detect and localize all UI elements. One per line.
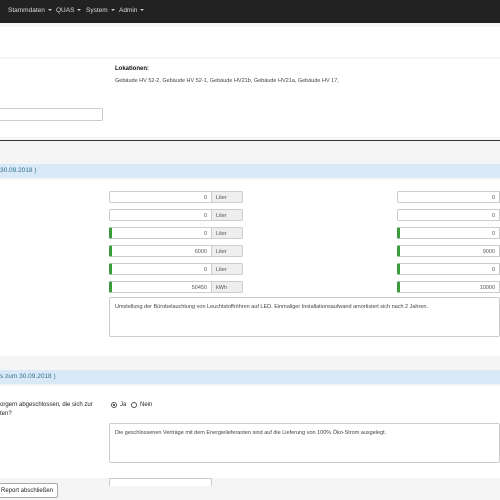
nav-stammdaten[interactable]: Stammdaten — [8, 7, 52, 14]
unit-addon-6: kWh — [212, 281, 243, 293]
footer-input[interactable] — [109, 478, 212, 486]
unit-addon-4: Liter — [212, 245, 243, 257]
right-field-2[interactable]: 0 — [397, 209, 500, 221]
nav-admin-label: Admin — [119, 7, 138, 14]
amount-field-2[interactable]: 0 — [109, 209, 212, 221]
top-navbar: Stammdaten QUAS System Admin — [0, 0, 500, 23]
nav-stammdaten-label: Stammdaten — [8, 7, 45, 14]
section2-header: s zum 30.09.2018 ) — [0, 370, 500, 384]
measure-description-textarea[interactable]: Umstellung der Bürobelauchtung von Leuch… — [109, 297, 500, 337]
info-input[interactable] — [0, 108, 103, 121]
amount-field-6[interactable]: 50450 — [109, 281, 212, 293]
chevron-down-icon — [47, 9, 52, 12]
unit-addon-2: Liter — [212, 209, 243, 221]
nav-quas[interactable]: QUAS — [56, 7, 82, 14]
chevron-down-icon — [110, 9, 115, 12]
divider — [0, 140, 500, 141]
amount-field-5[interactable]: 0 — [109, 263, 212, 275]
chevron-down-icon — [140, 9, 145, 12]
nav-system[interactable]: System — [86, 7, 115, 14]
right-field-1[interactable]: 0 — [397, 191, 500, 203]
right-field-6[interactable]: 10000 — [397, 281, 500, 293]
chevron-down-icon — [77, 9, 82, 12]
unit-addon-3: Liter — [212, 227, 243, 239]
question-line-2: ten? — [0, 411, 12, 417]
amount-field-1[interactable]: 0 — [109, 191, 212, 203]
locations-heading: Lokationen: — [115, 66, 149, 72]
section1-title: 30.09.2018 ) — [0, 167, 37, 174]
report-abschliessen-button[interactable]: Report abschließen — [0, 483, 59, 498]
unit-addon-1: Liter — [212, 191, 243, 203]
locations-value: Gebäude HV 52-2, Gebäude HV 52-1, Gebäud… — [115, 78, 339, 84]
radio-nein[interactable] — [131, 402, 137, 408]
radio-ja-label: Ja — [120, 402, 127, 408]
nav-quas-label: QUAS — [56, 7, 75, 14]
right-field-3[interactable]: 0 — [397, 227, 500, 239]
nav-system-label: System — [86, 7, 108, 14]
answer-textarea[interactable]: Die geschlossenen Verträge mit dem Energ… — [109, 423, 500, 463]
right-field-5[interactable]: 0 — [397, 263, 500, 275]
amount-field-4[interactable]: 6000 — [109, 245, 212, 257]
section1-header: 30.09.2018 ) — [0, 164, 500, 178]
radio-ja[interactable] — [111, 402, 117, 408]
question-line-1: orgern abgeschlossen, die sich zur — [0, 402, 93, 408]
unit-addon-5: Liter — [212, 263, 243, 275]
radio-nein-label: Nein — [140, 402, 153, 408]
section2-title: s zum 30.09.2018 ) — [0, 373, 56, 380]
nav-admin[interactable]: Admin — [119, 7, 145, 14]
header-panel — [0, 27, 500, 57]
amount-field-3[interactable]: 0 — [109, 227, 212, 239]
info-panel — [0, 59, 500, 137]
right-field-4[interactable]: 9000 — [397, 245, 500, 257]
